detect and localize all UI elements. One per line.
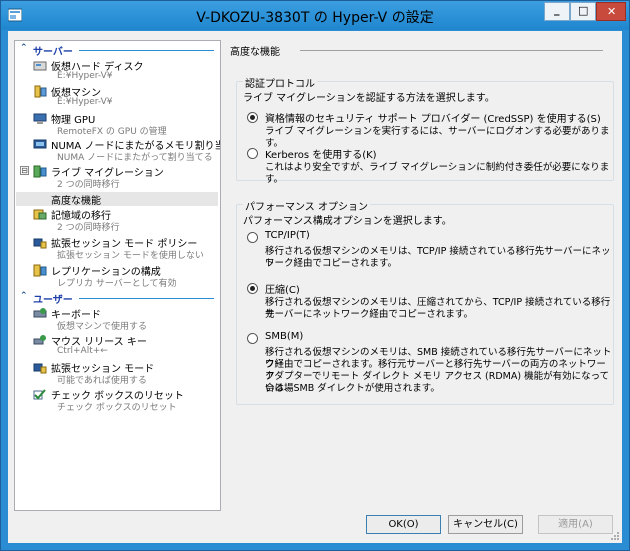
tcpip-desc-line-2: ワーク経由でコピーされます。 — [265, 258, 398, 269]
tree-item-session-policy[interactable]: 拡張セッション モード ポリシー 拡張セッション モードを使用しない — [15, 235, 220, 261]
heading-divider — [300, 50, 603, 51]
storage-migration-icon — [33, 209, 47, 220]
window-title: V-DKOZU-3830T の Hyper-V の設定 — [196, 10, 434, 26]
compress-label[interactable]: 圧縮(C) — [265, 281, 300, 296]
live-migration-icon — [33, 165, 47, 178]
tree-item-sub: チェック ボックスのリセット — [57, 403, 177, 413]
auth-protocol-desc: ライブ マイグレーションを認証する方法を選択します。 — [243, 93, 495, 104]
auth-protocol-title: 認証プロトコル — [243, 75, 317, 90]
collapse-chevron-icon: ⌃ — [20, 291, 28, 301]
numa-icon — [33, 139, 47, 149]
tree-item-mouse-release[interactable]: マウス リリース キー Ctrl+Alt+← — [15, 333, 220, 359]
resize-grip-icon[interactable] — [610, 531, 620, 541]
tree-item-sub: RemoteFX の GPU の管理 — [57, 127, 167, 137]
tree-item-checkbox-reset[interactable]: チェック ボックスのリセット チェック ボックスのリセット — [15, 387, 220, 413]
keyboard-icon — [33, 308, 47, 318]
close-icon: ✕ — [607, 5, 617, 18]
gpu-icon — [33, 113, 47, 124]
tree-item-sub: 可能であれば使用する — [57, 376, 147, 386]
tree-item-replication[interactable]: レプリケーションの構成 レプリカ サーバーとして有効 — [15, 263, 220, 289]
category-divider — [79, 298, 214, 299]
tree-item-keyboard[interactable]: キーボード 仮想マシンで使用する — [15, 306, 220, 332]
ok-button[interactable]: OK(O) — [366, 515, 441, 534]
replication-icon — [33, 264, 47, 277]
tree-item-sub: レプリカ サーバーとして有効 — [57, 279, 177, 289]
hard-disk-icon — [33, 61, 47, 71]
maximize-button[interactable]: □ — [570, 2, 596, 21]
performance-options-group: パフォーマンス オプション パフォーマンス構成オプションを選択します。 TCP/… — [236, 198, 614, 405]
tree-item-sub: 2 つの同時移行 — [57, 223, 120, 233]
dialog-client: ⌃ サーバー 仮想ハード ディスク E:¥Hyper-V¥ 仮想マシン E:¥H… — [8, 31, 622, 543]
tree-item-sub: E:¥Hyper-V¥ — [57, 71, 113, 81]
settings-content: 高度な機能 認証プロトコル ライブ マイグレーションを認証する方法を選択します。… — [222, 40, 616, 509]
apply-button[interactable]: 適用(A) — [538, 515, 613, 534]
maximize-icon: □ — [578, 4, 589, 17]
tcpip-label[interactable]: TCP/IP(T) — [265, 230, 310, 241]
minimize-button[interactable]: _ — [544, 2, 570, 21]
collapse-toggle-icon[interactable]: ⊟ — [20, 166, 29, 175]
category-server[interactable]: ⌃ サーバー — [15, 43, 220, 58]
tree-item-numa[interactable]: NUMA ノードにまたがるメモリ割り当て NUMA ノードにまたがって割り当てる — [15, 137, 220, 163]
tree-item-session-mode[interactable]: 拡張セッション モード 可能であれば使用する — [15, 360, 220, 386]
kerberos-radio[interactable] — [247, 148, 258, 159]
virtual-machine-icon — [34, 85, 47, 98]
performance-options-desc: パフォーマンス構成オプションを選択します。 — [243, 216, 452, 227]
settings-window: V-DKOZU-3830T の Hyper-V の設定 _ □ ✕ ⌃ サーバー… — [0, 0, 630, 551]
tree-item-storage-migration[interactable]: 記憶域の移行 2 つの同時移行 — [15, 207, 220, 233]
category-user[interactable]: ⌃ ユーザー — [15, 291, 220, 306]
checkbox-reset-icon — [33, 389, 46, 400]
tree-item-sub: Ctrl+Alt+← — [57, 346, 108, 356]
session-mode-icon — [33, 363, 47, 374]
tree-item-physical-gpu[interactable]: 物理 GPU RemoteFX の GPU の管理 — [15, 111, 220, 137]
dialog-button-bar: OK(O) キャンセル(C) 適用(A) — [8, 509, 622, 543]
tree-item-virtual-machine[interactable]: 仮想マシン E:¥Hyper-V¥ — [15, 84, 220, 110]
smb-label[interactable]: SMB(M) — [265, 331, 303, 342]
settings-tree[interactable]: ⌃ サーバー 仮想ハード ディスク E:¥Hyper-V¥ 仮想マシン E:¥H… — [14, 40, 221, 511]
category-user-label: ユーザー — [33, 295, 73, 306]
tree-item-sub: 仮想マシンで使用する — [57, 322, 148, 332]
smb-desc-line-4: 合は、SMB ダイレクトが使用されます。 — [265, 383, 440, 394]
compress-desc-line-2: サーバーにネットワーク経由でコピーされます。 — [265, 309, 473, 320]
performance-options-title: パフォーマンス オプション — [243, 198, 370, 213]
tree-item-virtual-hard-disk[interactable]: 仮想ハード ディスク E:¥Hyper-V¥ — [15, 58, 220, 84]
tree-item-sub: E:¥Hyper-V¥ — [57, 97, 113, 107]
kerberos-label[interactable]: Kerberos を使用する(K) — [265, 146, 377, 161]
close-button[interactable]: ✕ — [596, 2, 626, 21]
compress-radio[interactable] — [247, 283, 258, 294]
auth-protocol-group: 認証プロトコル ライブ マイグレーションを認証する方法を選択します。 資格情報の… — [236, 75, 614, 185]
credssp-radio[interactable] — [247, 112, 258, 123]
tree-item-sub: NUMA ノードにまたがって割り当てる — [57, 153, 213, 163]
smb-radio[interactable] — [247, 333, 258, 344]
mouse-release-icon — [33, 335, 46, 345]
category-divider — [79, 50, 214, 51]
cancel-button[interactable]: キャンセル(C) — [448, 515, 523, 534]
tree-item-label: 高度な機能 — [51, 196, 101, 207]
minimize-icon: _ — [554, 3, 560, 16]
tree-item-sub: 拡張セッション モードを使用しない — [57, 251, 204, 261]
page-title: 高度な機能 — [230, 47, 280, 58]
tree-item-advanced-features[interactable]: 高度な機能 — [15, 192, 220, 207]
tree-item-sub: 2 つの同時移行 — [57, 180, 120, 190]
title-bar[interactable]: V-DKOZU-3830T の Hyper-V の設定 _ □ ✕ — [1, 1, 629, 30]
collapse-chevron-icon: ⌃ — [20, 43, 28, 53]
tree-item-live-migration[interactable]: ⊟ ライブ マイグレーション 2 つの同時移行 — [15, 164, 220, 190]
category-server-label: サーバー — [33, 47, 73, 58]
tcpip-radio[interactable] — [247, 232, 258, 243]
credssp-label[interactable]: 資格情報のセキュリティ サポート プロバイダー (CredSSP) を使用する(… — [265, 110, 601, 125]
kerberos-desc: これはより安全ですが、ライブ マイグレーションに制約付き委任が必要になります。 — [265, 162, 610, 185]
session-policy-icon — [33, 238, 47, 249]
